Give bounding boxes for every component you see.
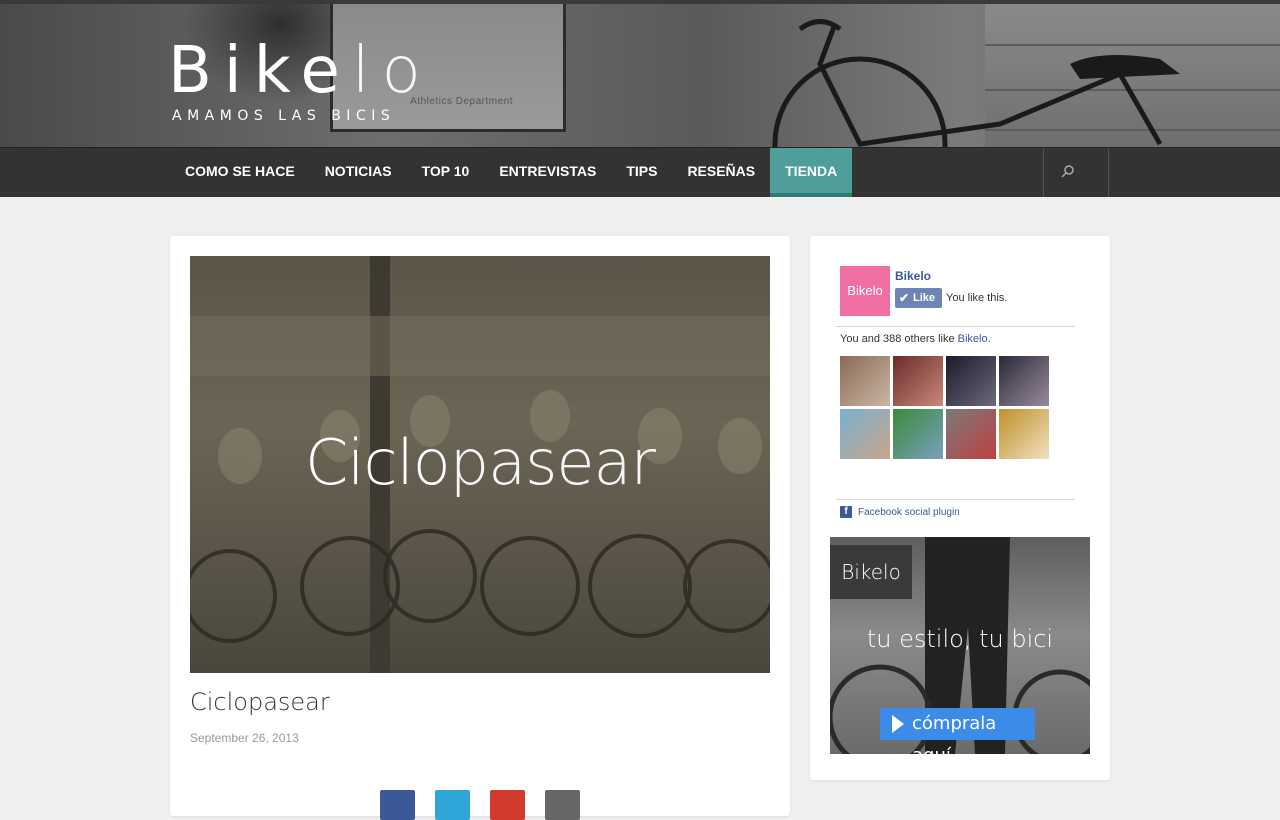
store-ad-banner[interactable]: Bikelo tu estilo, tu bici cómprala aquí [830, 537, 1090, 754]
nav-item-tienda[interactable]: TIENDA [770, 148, 853, 197]
post-date: September 26, 2013 [190, 731, 299, 745]
search-button[interactable] [1043, 148, 1109, 197]
share-facebook-button[interactable] [380, 790, 415, 820]
nav-item-entrevistas[interactable]: ENTREVISTAS [484, 148, 611, 197]
divider [836, 326, 1075, 327]
site-header: Athletics Department Bikelo AMAMOS LAS B… [0, 4, 1280, 147]
sidebar-card: Bikelo Bikelo ✔ Like You like this. You a… [810, 236, 1110, 780]
post-title[interactable]: Ciclopasear [190, 688, 330, 716]
facebook-like-count: You and 388 others like Bikelo. [840, 333, 991, 345]
nav-item-como-se-hace[interactable]: COMO SE HACE [170, 148, 310, 197]
facebook-fan-avatar[interactable] [946, 356, 996, 406]
share-twitter-button[interactable] [435, 790, 470, 820]
site-tagline: AMAMOS LAS BICIS [172, 108, 396, 124]
site-logo[interactable]: Bikelo [168, 36, 433, 106]
nav-item-top-10[interactable]: TOP 10 [407, 148, 485, 197]
nav-item-noticias[interactable]: NOTICIAS [310, 148, 407, 197]
divider [836, 499, 1075, 500]
buy-here-button[interactable]: cómprala aquí [880, 708, 1035, 754]
ad-slogan: tu estilo, tu bici [866, 625, 1054, 653]
facebook-fan-avatar[interactable] [946, 409, 996, 459]
facebook-like-button[interactable]: ✔ Like [895, 288, 942, 308]
facebook-icon: f [840, 506, 852, 518]
facebook-page-link[interactable]: Bikelo [958, 333, 988, 345]
facebook-social-plugin-link[interactable]: f Facebook social plugin [840, 506, 960, 518]
facebook-fan-avatar[interactable] [893, 356, 943, 406]
ad-logo: Bikelo [830, 545, 912, 599]
bicycle-image [772, 19, 1180, 147]
facebook-you-like-text: You like this. [946, 292, 1008, 304]
facebook-fan-avatar[interactable] [840, 409, 890, 459]
share-email-button[interactable] [545, 790, 580, 820]
share-google-plus-button[interactable] [490, 790, 525, 820]
hero-title: Ciclopasear [304, 426, 656, 499]
nav-item-resenas[interactable]: RESEÑAS [672, 148, 770, 197]
facebook-fan-avatar[interactable] [999, 409, 1049, 459]
facebook-fan-avatar[interactable] [893, 409, 943, 459]
post-card: Ciclopasear Ciclopasear September 26, 20… [170, 236, 790, 820]
facebook-page-avatar[interactable]: Bikelo [840, 266, 890, 316]
post-hero-image[interactable]: Ciclopasear [190, 256, 770, 673]
play-arrow-icon [892, 715, 904, 733]
facebook-page-name[interactable]: Bikelo [895, 269, 931, 283]
facebook-fan-avatar[interactable] [999, 356, 1049, 406]
main-nav: COMO SE HACE NOTICIAS TOP 10 ENTREVISTAS… [0, 147, 1280, 197]
checkmark-icon: ✔ [899, 291, 910, 305]
facebook-fan-avatar[interactable] [840, 356, 890, 406]
nav-item-tips[interactable]: TIPS [611, 148, 672, 197]
search-icon [1061, 165, 1074, 178]
